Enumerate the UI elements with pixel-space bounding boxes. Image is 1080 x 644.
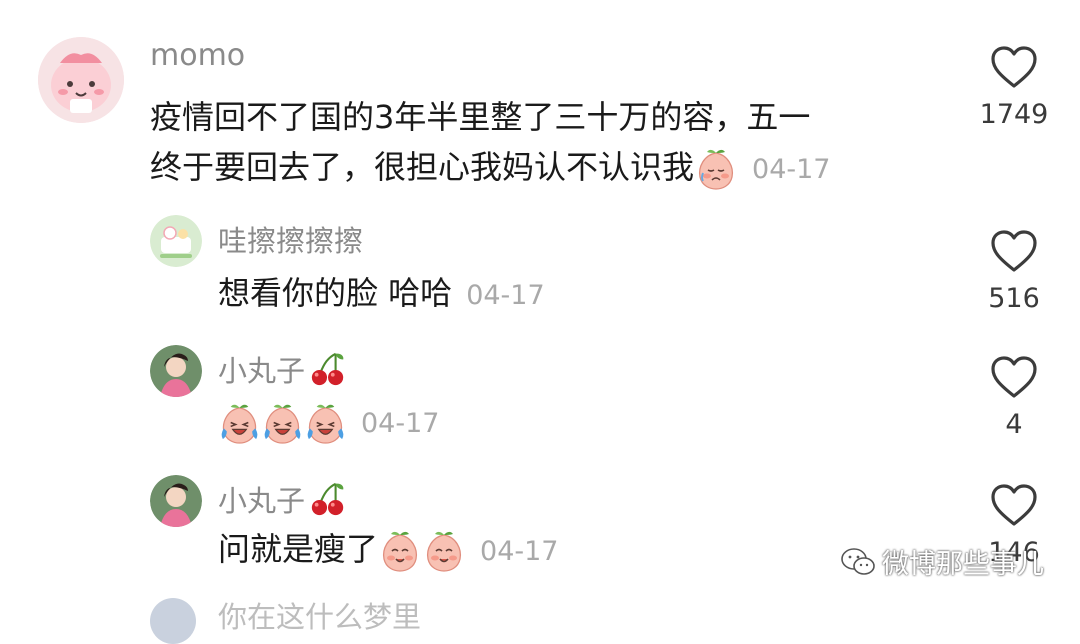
username-text: 小丸子 [218, 484, 306, 518]
avatar[interactable] [38, 37, 124, 123]
laughing-crying-peach-emoji [218, 402, 261, 445]
username[interactable]: 哇擦擦擦擦 [218, 218, 363, 260]
heart-outline-icon[interactable] [990, 483, 1038, 527]
avatar[interactable] [150, 475, 202, 527]
avatar[interactable] [150, 215, 202, 267]
smiling-peach-emoji [422, 529, 466, 573]
like-button[interactable]: 1749 [974, 45, 1054, 130]
comment-text-line: 疫情回不了国的3年半里整了三十万的容，五一 [150, 98, 811, 136]
comment-text: 04-17 [218, 396, 439, 449]
username[interactable]: momo [150, 38, 245, 73]
comment-text: 想看你的脸 哈哈 04-17 [218, 268, 545, 321]
timestamp: 04-17 [752, 154, 831, 185]
like-button[interactable]: 4 [974, 355, 1054, 440]
timestamp: 04-17 [361, 408, 440, 439]
watermark: 微博那些事儿 [840, 542, 1044, 581]
username[interactable]: 小丸子 [218, 478, 347, 520]
watermark-text: 微博那些事儿 [882, 549, 1044, 580]
reply-item: 小丸子 04-17 4 [0, 330, 1080, 460]
cherry-emoji [309, 350, 347, 388]
comment-text-line: 终于要回去了，很担心我妈认不认识我 04-17 [150, 142, 940, 195]
wechat-icon [841, 547, 875, 575]
comment-text-content: 想看你的脸 哈哈 [218, 274, 453, 312]
like-button[interactable]: 516 [974, 229, 1054, 314]
username-text: 小丸子 [218, 354, 306, 388]
laughing-crying-peach-emoji [304, 402, 347, 445]
comment-text-line2: 终于要回去了，很担心我妈认不认识我 [150, 148, 695, 186]
comment-text-content: 问就是瘦了 [218, 530, 379, 568]
comment-text: 问就是瘦了 04-17 [218, 524, 558, 577]
laughing-crying-peach-emoji [261, 402, 304, 445]
avatar[interactable] [150, 598, 196, 644]
like-count: 4 [1005, 409, 1023, 440]
heart-outline-icon[interactable] [990, 355, 1038, 399]
username[interactable]: 你在这什么梦里 [218, 594, 421, 636]
reply-item: 哇擦擦擦擦 想看你的脸 哈哈 04-17 516 [0, 200, 1080, 330]
heart-outline-icon[interactable] [990, 45, 1038, 89]
avatar[interactable] [150, 345, 202, 397]
like-count: 1749 [979, 99, 1049, 130]
timestamp: 04-17 [480, 536, 559, 567]
smiling-peach-emoji [378, 529, 422, 573]
username[interactable]: 小丸子 [218, 348, 347, 390]
comment-text: 疫情回不了国的3年半里整了三十万的容，五一 终于要回去了，很担心我妈认不认识我 0… [150, 92, 940, 195]
heart-outline-icon[interactable] [990, 229, 1038, 273]
crying-peach-emoji [694, 147, 738, 191]
reply-item: 小丸子 问就是瘦了 04-17 146 [0, 460, 1080, 610]
like-count: 516 [988, 283, 1040, 314]
timestamp: 04-17 [466, 280, 545, 311]
cherry-emoji [309, 480, 347, 518]
comment-item: momo 疫情回不了国的3年半里整了三十万的容，五一 终于要回去了，很担心我妈认… [0, 0, 1080, 200]
